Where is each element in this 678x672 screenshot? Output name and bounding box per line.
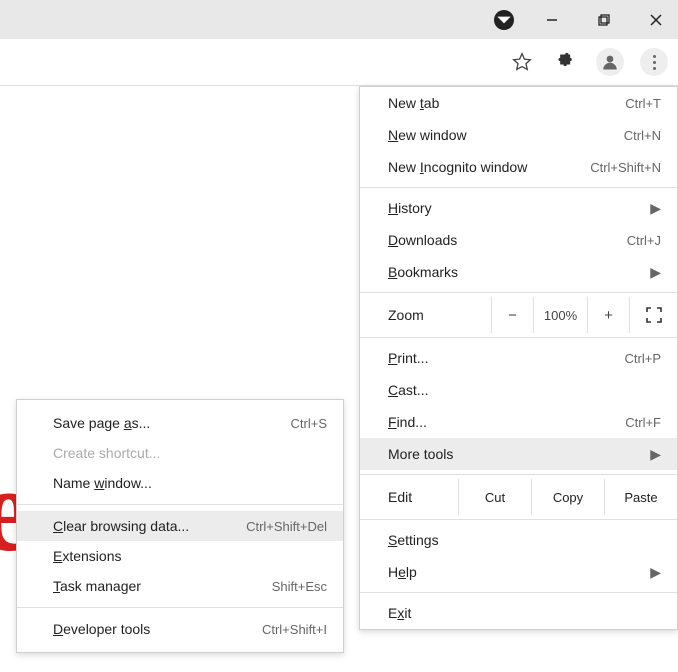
edit-paste-button[interactable]: Paste: [604, 479, 677, 515]
star-icon: [512, 52, 532, 72]
menu-incognito[interactable]: New Incognito window Ctrl+Shift+N: [360, 151, 677, 183]
more-tools-submenu: Save page as... Ctrl+S Create shortcut..…: [16, 399, 344, 653]
menu-label: Developer tools: [53, 621, 262, 637]
submenu-arrow-icon: ▶: [650, 200, 661, 217]
zoom-out-button[interactable]: −: [491, 297, 533, 333]
minimize-button[interactable]: [538, 6, 566, 34]
menu-label: Task manager: [53, 578, 272, 594]
menu-separator: [360, 187, 677, 188]
minimize-icon: [545, 13, 559, 27]
menu-label: New Incognito window: [388, 159, 590, 175]
menu-label: Save page as...: [53, 415, 291, 431]
edit-copy-button[interactable]: Copy: [531, 479, 604, 515]
profile-button[interactable]: [596, 48, 624, 76]
menu-label: Exit: [388, 605, 661, 621]
menu-separator: [360, 519, 677, 520]
menu-exit[interactable]: Exit: [360, 597, 677, 629]
menu-label: New window: [388, 127, 624, 143]
menu-settings[interactable]: Settings: [360, 524, 677, 556]
menu-separator: [360, 337, 677, 338]
zoom-label: Zoom: [388, 297, 491, 333]
menu-shortcut: Ctrl+Shift+N: [590, 160, 661, 175]
menu-label: Name window...: [53, 475, 327, 491]
submenu-developer-tools[interactable]: Developer tools Ctrl+Shift+I: [17, 614, 343, 644]
menu-separator: [360, 474, 677, 475]
bookmark-star-button[interactable]: [508, 48, 536, 76]
menu-label: Help: [388, 564, 650, 580]
menu-separator: [360, 292, 677, 293]
profile-dropdown-icon[interactable]: [494, 10, 514, 30]
fullscreen-icon: [646, 307, 662, 323]
menu-help[interactable]: Help ▶: [360, 556, 677, 588]
browser-toolbar: [0, 39, 678, 86]
menu-label: Print...: [388, 350, 625, 366]
fullscreen-button[interactable]: [629, 297, 677, 333]
submenu-save-page[interactable]: Save page as... Ctrl+S: [17, 408, 343, 438]
menu-label: History: [388, 200, 650, 216]
menu-separator: [360, 592, 677, 593]
edit-cut-button[interactable]: Cut: [458, 479, 531, 515]
menu-shortcut: Ctrl+J: [627, 233, 661, 248]
menu-shortcut: Ctrl+S: [291, 416, 327, 431]
submenu-arrow-icon: ▶: [650, 446, 661, 463]
menu-shortcut: Ctrl+Shift+I: [262, 622, 327, 637]
menu-new-window[interactable]: New window Ctrl+N: [360, 119, 677, 151]
menu-separator: [17, 607, 343, 608]
browser-main-menu: New tab Ctrl+T New window Ctrl+N New Inc…: [359, 86, 678, 630]
puzzle-icon: [556, 52, 576, 72]
window-titlebar: [0, 0, 678, 39]
menu-print[interactable]: Print... Ctrl+P: [360, 342, 677, 374]
maximize-button[interactable]: [590, 6, 618, 34]
menu-label: Clear browsing data...: [53, 518, 246, 534]
menu-shortcut: Ctrl+N: [624, 128, 661, 143]
menu-downloads[interactable]: Downloads Ctrl+J: [360, 224, 677, 256]
menu-find[interactable]: Find... Ctrl+F: [360, 406, 677, 438]
close-button[interactable]: [642, 6, 670, 34]
menu-new-tab[interactable]: New tab Ctrl+T: [360, 87, 677, 119]
menu-label: Find...: [388, 414, 625, 430]
zoom-in-button[interactable]: +: [587, 297, 629, 333]
menu-label: Extensions: [53, 548, 327, 564]
avatar-icon: [601, 53, 619, 71]
submenu-extensions[interactable]: Extensions: [17, 541, 343, 571]
menu-shortcut: Ctrl+Shift+Del: [246, 519, 327, 534]
submenu-arrow-icon: ▶: [650, 264, 661, 281]
menu-shortcut: Ctrl+F: [625, 415, 661, 430]
menu-shortcut: Ctrl+T: [625, 96, 661, 111]
menu-label: Bookmarks: [388, 264, 650, 280]
menu-zoom-row: Zoom − 100% +: [360, 297, 677, 333]
menu-history[interactable]: History ▶: [360, 192, 677, 224]
menu-separator: [17, 504, 343, 505]
close-icon: [649, 13, 663, 27]
menu-more-tools[interactable]: More tools ▶: [360, 438, 677, 470]
menu-shortcut: Ctrl+P: [625, 351, 661, 366]
zoom-value: 100%: [533, 297, 587, 333]
submenu-name-window[interactable]: Name window...: [17, 468, 343, 498]
maximize-icon: [597, 13, 611, 27]
menu-bookmarks[interactable]: Bookmarks ▶: [360, 256, 677, 288]
menu-label: More tools: [388, 446, 650, 462]
menu-label: New tab: [388, 95, 625, 111]
browser-menu-button[interactable]: [640, 48, 668, 76]
submenu-task-manager[interactable]: Task manager Shift+Esc: [17, 571, 343, 601]
menu-label: Create shortcut...: [53, 445, 327, 461]
edit-label: Edit: [360, 479, 458, 515]
menu-cast[interactable]: Cast...: [360, 374, 677, 406]
chevron-down-icon: [494, 10, 514, 30]
submenu-create-shortcut: Create shortcut...: [17, 438, 343, 468]
submenu-arrow-icon: ▶: [650, 564, 661, 581]
menu-label: Settings: [388, 532, 661, 548]
submenu-clear-browsing-data[interactable]: Clear browsing data... Ctrl+Shift+Del: [17, 511, 343, 541]
menu-shortcut: Shift+Esc: [272, 579, 327, 594]
menu-label: Cast...: [388, 382, 661, 398]
menu-edit-row: Edit Cut Copy Paste: [360, 479, 677, 515]
menu-label: Downloads: [388, 232, 627, 248]
extensions-button[interactable]: [552, 48, 580, 76]
